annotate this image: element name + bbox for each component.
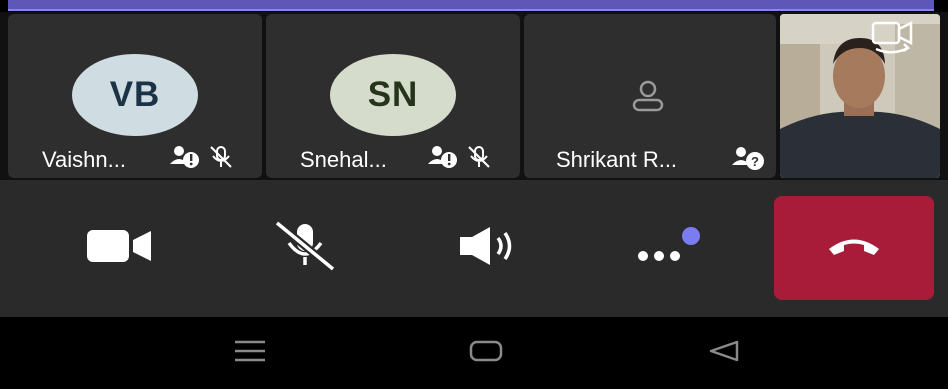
hang-up-button[interactable] [774,196,934,300]
speaker-button[interactable] [428,210,548,286]
nav-home-button[interactable] [446,317,526,389]
unknown-presence-icon [428,144,458,170]
mic-muted-icon [273,219,337,276]
more-options-icon [635,224,705,273]
participant-name: Vaishn... [42,147,126,172]
avatar: VB [72,54,198,136]
back-icon [707,339,741,368]
avatar: SN [330,54,456,136]
mic-muted-icon [208,144,234,170]
home-icon [468,339,504,368]
video-camera-icon [87,229,153,267]
nav-menu-button[interactable] [210,317,290,389]
mic-muted-icon [466,144,492,170]
participant-tiles: VB Vaishn... SN Snehal... Shrikant R... … [0,12,948,180]
camera-switch-icon[interactable] [870,20,916,59]
call-controls [0,180,948,317]
self-video-tile[interactable] [780,14,940,178]
menu-icon [233,339,267,368]
participant-name: Snehal... [300,147,387,172]
participant-tile-1[interactable]: VB Vaishn... [8,14,262,178]
person-placeholder-icon [628,80,668,117]
unknown-presence-icon: ? [732,144,766,172]
unknown-presence-icon [170,144,200,170]
camera-button[interactable] [60,210,180,286]
hang-up-icon [826,234,882,263]
self-video-feed [780,14,940,178]
presenter-strip [8,0,934,11]
speaker-icon [456,225,520,272]
nav-back-button[interactable] [684,317,764,389]
more-options-button[interactable] [610,210,730,286]
participant-tile-2[interactable]: SN Snehal... [266,14,520,178]
svg-text:?: ? [751,154,759,169]
participant-tile-3[interactable]: Shrikant R... ? [524,14,776,178]
android-nav-bar [0,317,948,389]
mic-button[interactable] [245,210,365,286]
participant-name: Shrikant R... [556,147,678,172]
